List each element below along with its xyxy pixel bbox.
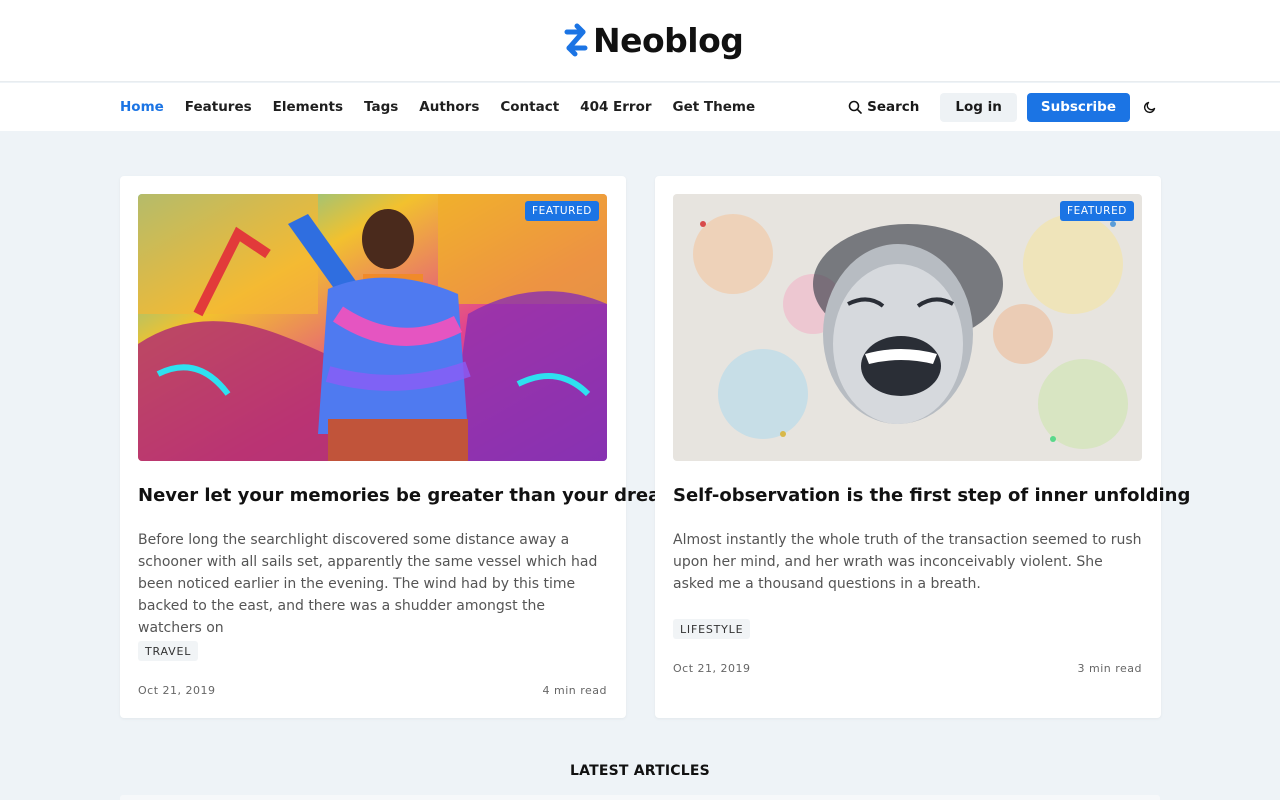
search-icon xyxy=(848,100,862,114)
nav-item-404[interactable]: 404 Error xyxy=(580,99,651,115)
nav-actions: Search Log in Subscribe xyxy=(848,83,1160,131)
post-tag[interactable]: LIFESTYLE xyxy=(673,619,751,639)
search-label: Search xyxy=(867,99,920,115)
search-button[interactable]: Search xyxy=(848,99,919,115)
post-image[interactable]: FEATURED xyxy=(138,194,607,461)
nav-item-tags[interactable]: Tags xyxy=(364,99,398,115)
post-date: Oct 21, 2019 xyxy=(138,684,216,697)
nav-item-contact[interactable]: Contact xyxy=(500,99,559,115)
nav-item-features[interactable]: Features xyxy=(185,99,252,115)
post-tag[interactable]: TRAVEL xyxy=(138,641,199,661)
nav-item-elements[interactable]: Elements xyxy=(273,99,343,115)
brand-name: Neoblog xyxy=(593,20,744,60)
post-card[interactable]: FEATURED Never let your memories be grea… xyxy=(120,176,690,718)
featured-badge: FEATURED xyxy=(1060,201,1134,221)
latest-articles-container xyxy=(120,795,1160,800)
post-read-time: 3 min read xyxy=(1077,662,1142,675)
site-header: Neoblog xyxy=(0,0,1280,82)
post-meta: Oct 21, 2019 4 min read xyxy=(138,684,607,697)
post-excerpt: Almost instantly the whole truth of the … xyxy=(673,532,1142,592)
post-read-time: 4 min read xyxy=(542,684,607,697)
moon-icon[interactable] xyxy=(1140,97,1160,117)
nav-item-home[interactable]: Home xyxy=(120,99,164,115)
post-meta: Oct 21, 2019 3 min read xyxy=(673,662,1142,675)
post-date: Oct 21, 2019 xyxy=(673,662,751,675)
logo-arrows-icon xyxy=(564,23,588,57)
post-image[interactable]: FEATURED xyxy=(673,194,1142,461)
nav-links: Home Features Elements Tags Authors Cont… xyxy=(120,83,755,131)
post-title[interactable]: Never let your memories be greater than … xyxy=(138,484,690,508)
post-card[interactable]: FEATURED Self-observation is the first s… xyxy=(655,176,1190,718)
brand-logo[interactable]: Neoblog xyxy=(563,20,744,60)
login-button[interactable]: Log in xyxy=(940,92,1017,122)
nav-item-get-theme[interactable]: Get Theme xyxy=(673,99,756,115)
featured-badge: FEATURED xyxy=(525,201,599,221)
subscribe-button[interactable]: Subscribe xyxy=(1026,92,1130,122)
main-nav: Home Features Elements Tags Authors Cont… xyxy=(0,83,1280,131)
post-title[interactable]: Self-observation is the first step of in… xyxy=(673,484,1190,508)
post-excerpt: Before long the searchlight discovered s… xyxy=(138,532,598,636)
nav-item-authors[interactable]: Authors xyxy=(419,99,479,115)
latest-articles-heading: LATEST ARTICLES xyxy=(570,763,710,779)
